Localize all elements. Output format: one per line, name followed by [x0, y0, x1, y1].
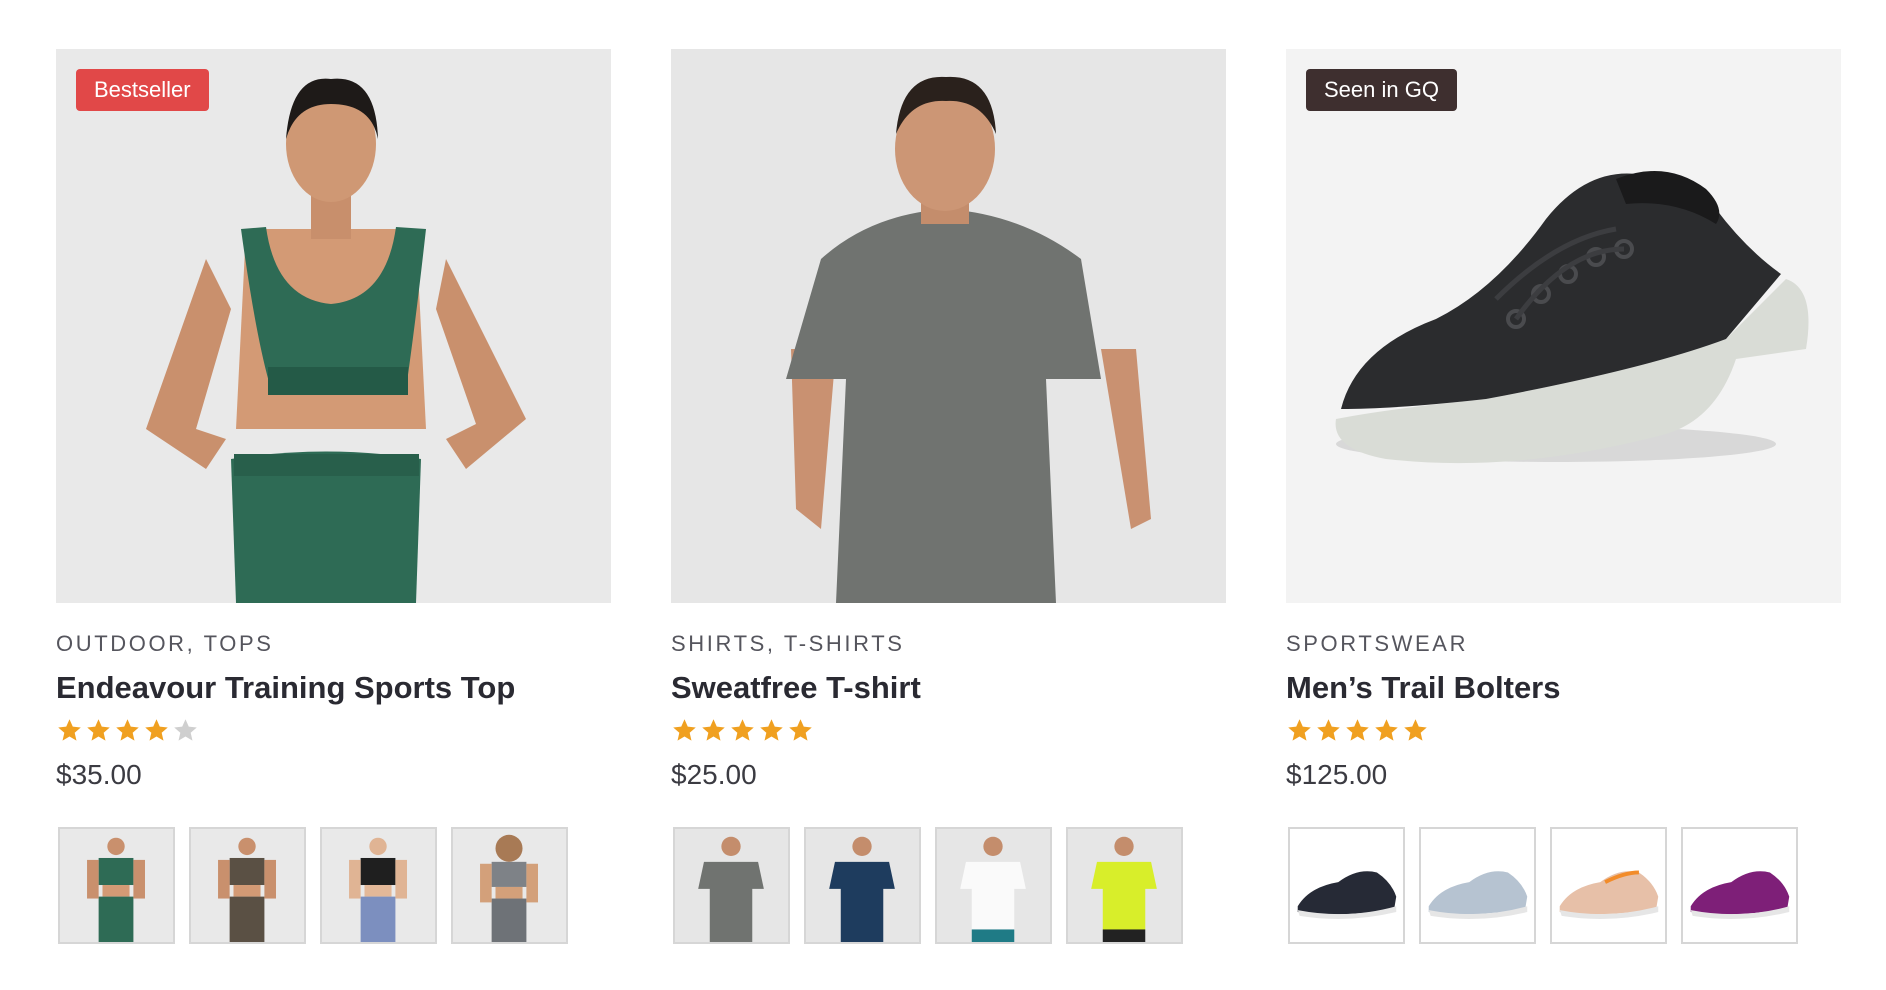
- star-filled-icon: [1346, 719, 1369, 741]
- star-filled-icon: [760, 719, 783, 741]
- variant-thumbnails: [671, 827, 1226, 944]
- variant-thumb-black-blue[interactable]: [320, 827, 437, 944]
- variant-thumb-navy[interactable]: [804, 827, 921, 944]
- rating-stars: [56, 717, 611, 745]
- rating-stars: [671, 717, 1226, 745]
- variant-thumb-grey[interactable]: [673, 827, 790, 944]
- product-image-trail-bolters[interactable]: Seen in GQ: [1286, 49, 1841, 603]
- star-filled-icon: [1375, 719, 1398, 741]
- star-filled-icon: [702, 719, 725, 741]
- product-grid: Bestseller OUTDOOR, TOPS Endeavour Train…: [56, 49, 1842, 944]
- t-shirt-photo: [671, 49, 1226, 603]
- product-image-t-shirt[interactable]: [671, 49, 1226, 603]
- product-card: Seen in GQ SPORTSWEAR Men’s Trail Bolter…: [1286, 49, 1841, 944]
- sports-top-photo: [56, 49, 611, 603]
- product-card: Bestseller OUTDOOR, TOPS Endeavour Train…: [56, 49, 611, 944]
- variant-thumb-white[interactable]: [935, 827, 1052, 944]
- variant-thumb-grey[interactable]: [451, 827, 568, 944]
- rating-stars: [1286, 717, 1841, 745]
- variant-thumb-navy[interactable]: [1288, 827, 1405, 944]
- seen-in-gq-badge: Seen in GQ: [1306, 69, 1457, 111]
- sneaker-photo: [1286, 49, 1841, 603]
- star-empty-icon: [174, 719, 197, 741]
- variant-thumbnails: [56, 827, 611, 944]
- star-filled-icon: [116, 719, 139, 741]
- star-filled-icon: [145, 719, 168, 741]
- star-filled-icon: [87, 719, 110, 741]
- star-filled-icon: [58, 719, 81, 741]
- variant-thumb-peach[interactable]: [1550, 827, 1667, 944]
- variant-thumb-lime[interactable]: [1066, 827, 1183, 944]
- variant-thumb-brown[interactable]: [189, 827, 306, 944]
- product-image-sports-top[interactable]: Bestseller: [56, 49, 611, 603]
- star-filled-icon: [1288, 719, 1311, 741]
- product-categories[interactable]: OUTDOOR, TOPS: [56, 631, 611, 659]
- product-title[interactable]: Endeavour Training Sports Top: [56, 669, 611, 707]
- star-filled-icon: [1317, 719, 1340, 741]
- product-title[interactable]: Sweatfree T-shirt: [671, 669, 1226, 707]
- star-filled-icon: [731, 719, 754, 741]
- variant-thumb-green[interactable]: [58, 827, 175, 944]
- product-card: SHIRTS, T-SHIRTS Sweatfree T-shirt $25.0…: [671, 49, 1226, 944]
- variant-thumbnails: [1286, 827, 1841, 944]
- product-price: $35.00: [56, 759, 142, 790]
- star-filled-icon: [673, 719, 696, 741]
- product-price: $125.00: [1286, 759, 1388, 790]
- product-title[interactable]: Men’s Trail Bolters: [1286, 669, 1841, 707]
- variant-thumb-light-blue[interactable]: [1419, 827, 1536, 944]
- star-filled-icon: [789, 719, 812, 741]
- product-categories[interactable]: SHIRTS, T-SHIRTS: [671, 631, 1226, 659]
- product-categories[interactable]: SPORTSWEAR: [1286, 631, 1841, 659]
- variant-thumb-purple[interactable]: [1681, 827, 1798, 944]
- star-filled-icon: [1404, 719, 1427, 741]
- product-price: $25.00: [671, 759, 757, 790]
- bestseller-badge: Bestseller: [76, 69, 209, 111]
